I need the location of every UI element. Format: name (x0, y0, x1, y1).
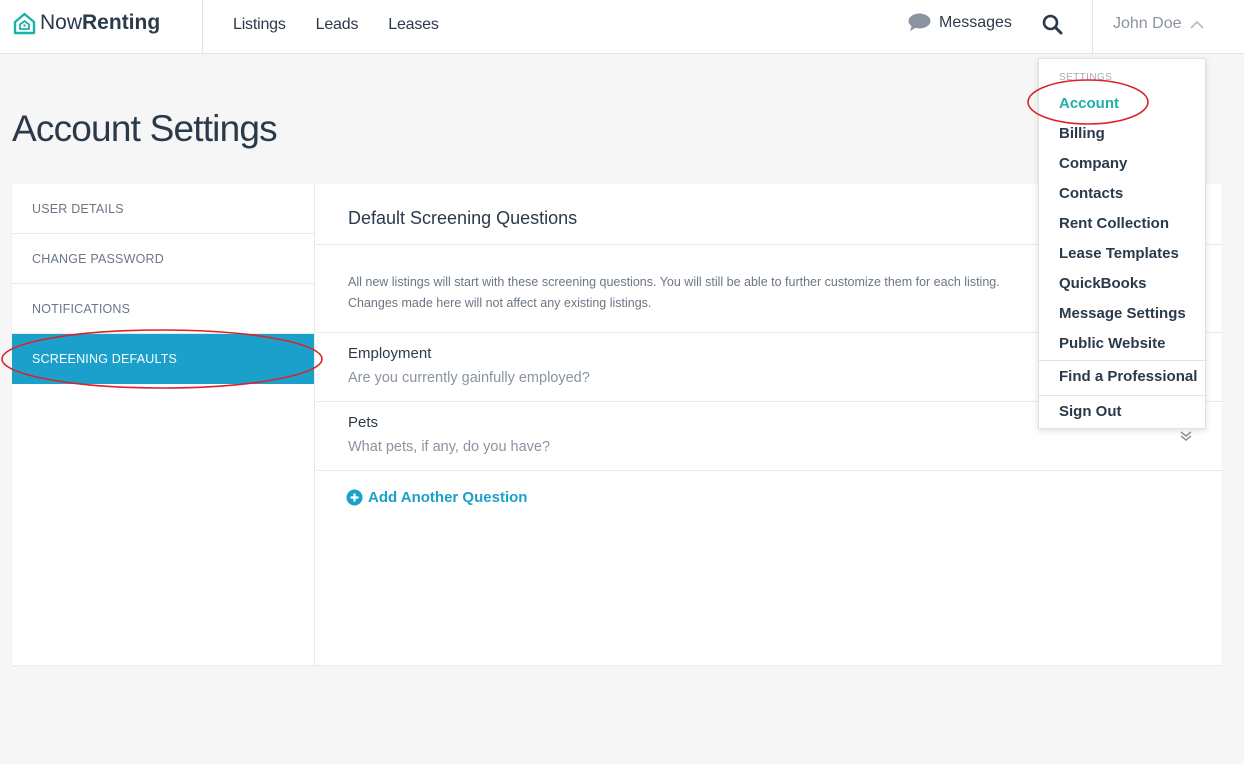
nowrenting-logo[interactable]: NowRenting (13, 11, 160, 35)
menu-item-lease-templates[interactable]: Lease Templates (1059, 245, 1179, 263)
settings-dropdown-menu: SETTINGS Account Billing Company Contact… (1038, 58, 1207, 429)
nav-listings[interactable]: Listings (233, 15, 286, 35)
menu-item-find-a-professional[interactable]: Find a Professional (1059, 368, 1197, 386)
top-navigation-bar: NowRenting Listings Leads Leases Message… (0, 0, 1244, 54)
menu-item-billing[interactable]: Billing (1059, 125, 1105, 143)
menu-item-company[interactable]: Company (1059, 155, 1127, 173)
sidebar-item-change-password[interactable]: CHANGE PASSWORD (12, 234, 314, 284)
sidebar-item-screening-defaults[interactable]: SCREENING DEFAULTS (12, 334, 314, 384)
nav-divider (202, 0, 203, 54)
add-question-button[interactable]: Add Another Question (346, 489, 527, 506)
page-title: Account Settings (12, 108, 278, 149)
sidebar-item-user-details[interactable]: USER DETAILS (12, 184, 314, 234)
menu-item-account[interactable]: Account (1059, 95, 1119, 113)
plus-circle-icon (346, 489, 363, 506)
user-name: John Doe (1113, 15, 1182, 32)
settings-sidebar: USER DETAILS CHANGE PASSWORD NOTIFICATIO… (12, 184, 315, 665)
messages-button[interactable]: Messages (908, 13, 1012, 32)
nav-leads[interactable]: Leads (316, 15, 359, 35)
menu-divider (1039, 395, 1207, 396)
user-menu-toggle[interactable]: John Doe (1113, 15, 1204, 33)
logo-text-now: Now (40, 11, 83, 34)
dropdown-caption: SETTINGS (1059, 72, 1113, 83)
user-divider (1092, 0, 1093, 54)
add-question-label: Add Another Question (368, 489, 528, 506)
sidebar-item-notifications[interactable]: NOTIFICATIONS (12, 284, 314, 334)
menu-item-rent-collection[interactable]: Rent Collection (1059, 215, 1169, 233)
menu-item-message-settings[interactable]: Message Settings (1059, 305, 1186, 323)
menu-item-quickbooks[interactable]: QuickBooks (1059, 275, 1147, 293)
messages-label: Messages (939, 13, 1012, 31)
double-chevron-down-icon[interactable] (1180, 429, 1192, 447)
search-icon[interactable] (1042, 14, 1063, 40)
question-text: What pets, if any, do you have? (348, 439, 551, 455)
menu-item-contacts[interactable]: Contacts (1059, 185, 1123, 203)
main-nav: Listings Leads Leases (233, 15, 469, 35)
menu-item-sign-out[interactable]: Sign Out (1059, 403, 1122, 421)
menu-divider (1039, 360, 1207, 361)
nav-leases[interactable]: Leases (388, 15, 439, 35)
chat-bubble-icon (908, 13, 931, 31)
menu-item-public-website[interactable]: Public Website (1059, 335, 1165, 353)
house-logo-icon (13, 12, 36, 34)
logo-text-renting: Renting (82, 11, 161, 34)
chevron-up-icon (1189, 20, 1204, 29)
